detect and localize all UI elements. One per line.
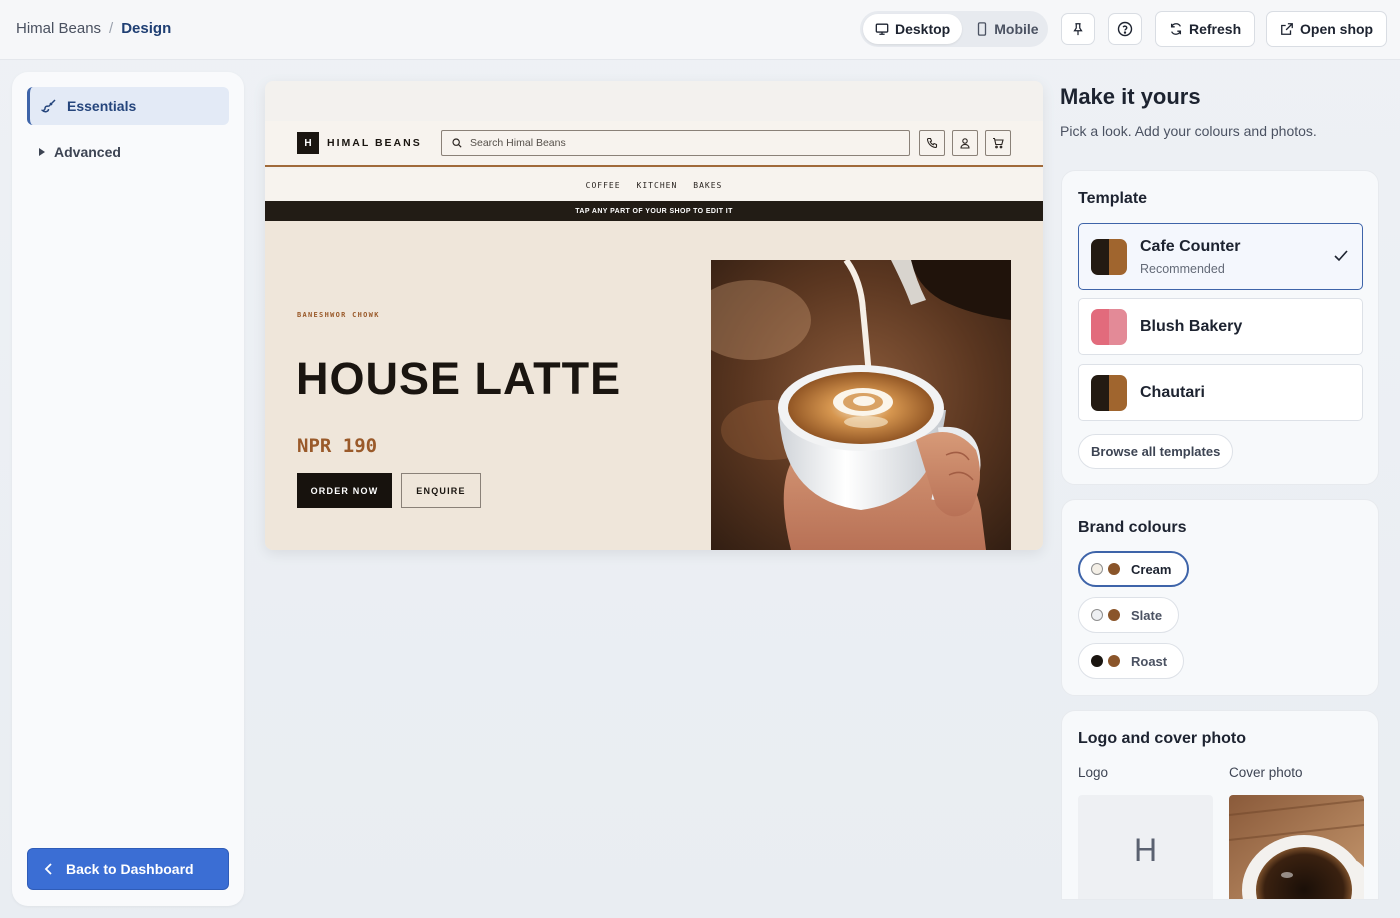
- preview-hero-photo[interactable]: [711, 260, 1011, 550]
- palette-swatch-accent: [1108, 655, 1120, 667]
- preview-search-box[interactable]: Search Himal Beans: [441, 130, 910, 156]
- breadcrumb: Himal Beans / Design: [16, 20, 171, 37]
- palette-swatch-dark: [1091, 655, 1103, 667]
- refresh-icon: [1170, 23, 1182, 35]
- palette-swatch-light: [1091, 563, 1103, 575]
- breadcrumb-current: Design: [121, 20, 172, 37]
- preview-header[interactable]: H HIMAL BEANS Search Himal Beans: [265, 121, 1043, 167]
- search-icon: [452, 138, 462, 148]
- help-button[interactable]: [1108, 13, 1142, 45]
- breadcrumb-shop[interactable]: Himal Beans: [16, 20, 101, 37]
- preview-hero[interactable]: BANESHWOR CHOWK HOUSE LATTE NPR 190 ORDE…: [265, 221, 1043, 550]
- open-shop-button[interactable]: Open shop: [1266, 11, 1388, 47]
- pin-icon: [1073, 23, 1083, 36]
- preview-category-nav: COFFEE KITCHEN BAKES: [265, 169, 1043, 201]
- template-name: Chautari: [1140, 383, 1205, 401]
- external-link-icon: [1281, 23, 1293, 35]
- view-mode-toggle: Desktop Mobile: [860, 11, 1048, 47]
- logo-upload[interactable]: H: [1078, 795, 1213, 899]
- template-option-blush-bakery[interactable]: Blush Bakery: [1078, 298, 1363, 355]
- monitor-icon: [875, 23, 889, 35]
- template-swatch: [1091, 374, 1127, 411]
- preview-logo[interactable]: H: [297, 132, 319, 154]
- panel-title: Make it yours: [1060, 84, 1201, 109]
- template-name: Cafe Counter: [1140, 237, 1241, 255]
- palette-option-roast[interactable]: Roast: [1078, 643, 1185, 679]
- sidebar-item-label: Essentials: [67, 98, 137, 114]
- panel-subtitle: Pick a look. Add your colours and photos…: [1060, 123, 1317, 139]
- template-swatch: [1091, 238, 1127, 275]
- browse-templates-button[interactable]: Browse all templates: [1078, 434, 1234, 469]
- logo-label: Logo: [1078, 765, 1109, 780]
- cover-photo-upload[interactable]: [1229, 795, 1364, 899]
- settings-sidebar: Essentials Advanced Back to Dashboard: [12, 72, 244, 906]
- preview-product-title[interactable]: HOUSE LATTE: [296, 353, 621, 405]
- preview-account-button[interactable]: [952, 130, 978, 156]
- palette-swatch-light: [1091, 609, 1103, 621]
- breadcrumb-separator: /: [109, 20, 114, 37]
- cover-photo-label: Cover photo: [1229, 765, 1303, 780]
- preview-brand-name[interactable]: HIMAL BEANS: [327, 137, 422, 149]
- preview-phone-button[interactable]: [919, 130, 945, 156]
- brand-colours-card: Brand colours Cream Slate Roast: [1061, 499, 1379, 696]
- preview-price[interactable]: NPR 190: [297, 435, 377, 457]
- preview-edit-hint: TAP ANY PART OF YOUR SHOP TO EDIT IT: [265, 201, 1043, 221]
- brand-colours-heading: Brand colours: [1078, 519, 1187, 536]
- palette-name: Cream: [1131, 561, 1172, 577]
- pin-button[interactable]: [1061, 13, 1095, 45]
- top-bar: Himal Beans / Design Desktop Mobile Refr…: [0, 0, 1400, 60]
- palette-name: Roast: [1131, 653, 1168, 669]
- check-icon: [1334, 250, 1348, 262]
- template-swatch: [1091, 308, 1127, 345]
- preview-nav-item[interactable]: COFFEE: [586, 181, 621, 190]
- palette-swatch-accent: [1108, 563, 1120, 575]
- preview-search-placeholder: Search Himal Beans: [470, 137, 566, 149]
- sidebar-item-label: Advanced: [54, 144, 121, 160]
- palette-option-cream[interactable]: Cream: [1078, 551, 1190, 587]
- coffee-cup-photo: [1229, 795, 1364, 899]
- desktop-view-button[interactable]: Desktop: [863, 14, 963, 44]
- help-circle-icon: [1117, 21, 1133, 37]
- user-icon: [960, 138, 970, 149]
- back-to-dashboard-label: Back to Dashboard: [66, 861, 194, 877]
- template-heading: Template: [1078, 190, 1148, 207]
- mobile-view-label: Mobile: [994, 21, 1039, 37]
- refresh-label: Refresh: [1189, 21, 1242, 37]
- preview-cart-button[interactable]: [985, 130, 1011, 156]
- back-to-dashboard-button[interactable]: Back to Dashboard: [27, 848, 229, 890]
- media-card: Logo and cover photo Logo Cover photo H: [1061, 710, 1379, 900]
- template-name: Blush Bakery: [1140, 317, 1243, 335]
- template-option-cafe-counter[interactable]: Cafe Counter Recommended: [1078, 223, 1363, 290]
- chevron-left-icon: [44, 863, 52, 875]
- phone-icon: [926, 137, 938, 149]
- palette-name: Slate: [1131, 607, 1163, 623]
- caret-right-icon: [39, 148, 45, 156]
- preview-nav-item[interactable]: BAKES: [693, 181, 722, 190]
- open-shop-label: Open shop: [1300, 21, 1374, 37]
- preview-order-button[interactable]: ORDER NOW: [297, 473, 392, 508]
- mobile-view-button[interactable]: Mobile: [964, 14, 1050, 44]
- palette-option-slate[interactable]: Slate: [1078, 597, 1180, 633]
- smartphone-icon: [978, 22, 987, 36]
- shop-preview[interactable]: H HIMAL BEANS Search Himal Beans COFFEE …: [265, 81, 1043, 550]
- sidebar-item-advanced[interactable]: Advanced: [38, 144, 121, 160]
- template-option-chautari[interactable]: Chautari: [1078, 364, 1363, 421]
- shopping-cart-icon: [993, 137, 1004, 149]
- template-tag: Recommended: [1140, 261, 1225, 276]
- desktop-view-label: Desktop: [895, 21, 951, 37]
- palette-swatch-accent: [1108, 609, 1120, 621]
- media-heading: Logo and cover photo: [1078, 730, 1246, 747]
- refresh-button[interactable]: Refresh: [1155, 11, 1256, 47]
- latte-art-photo: [711, 260, 1011, 550]
- preview-enquire-button[interactable]: ENQUIRE: [401, 473, 481, 508]
- sidebar-item-essentials[interactable]: Essentials: [27, 87, 229, 125]
- template-card: Template Cafe Counter Recommended Blush …: [1061, 170, 1379, 485]
- paintbrush-icon: [41, 99, 56, 113]
- preview-location[interactable]: BANESHWOR CHOWK: [297, 311, 380, 319]
- preview-nav-item[interactable]: KITCHEN: [637, 181, 678, 190]
